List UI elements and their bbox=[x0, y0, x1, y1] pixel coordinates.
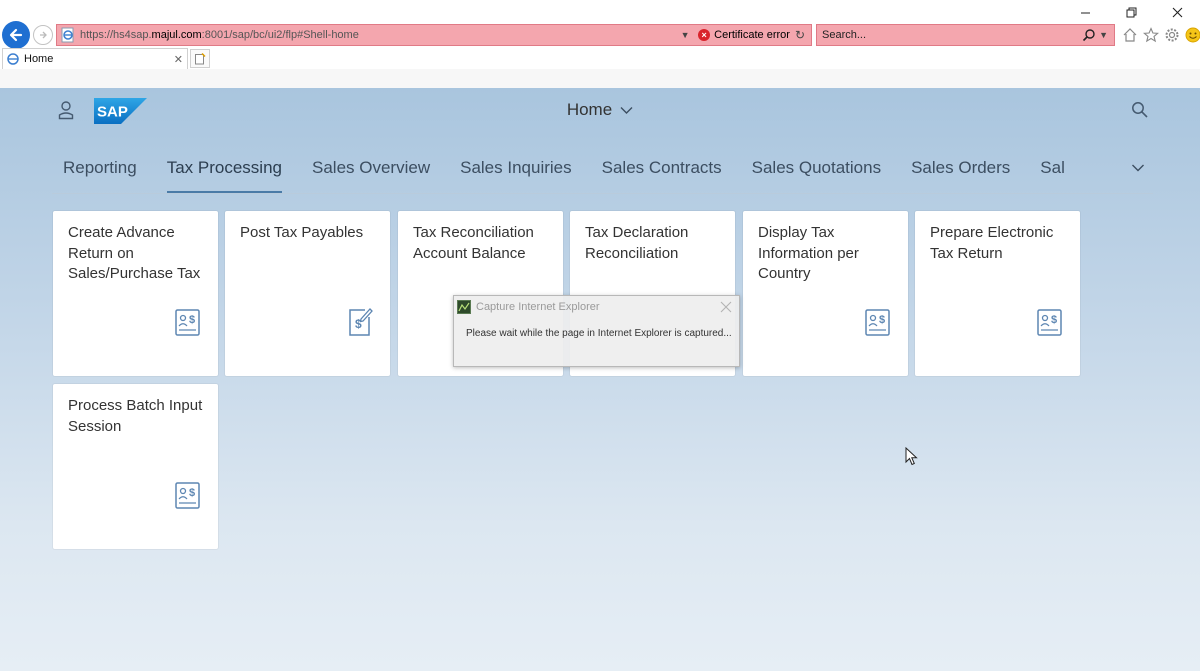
capture-dialog-titlebar: Capture Internet Explorer bbox=[454, 296, 739, 318]
svg-text:$: $ bbox=[879, 314, 885, 326]
close-window-button[interactable] bbox=[1154, 0, 1200, 24]
capture-dialog-title: Capture Internet Explorer bbox=[476, 301, 600, 313]
new-tab-icon bbox=[195, 52, 206, 64]
shell-header: SAP Home bbox=[0, 88, 1200, 134]
tile-title: Create Advance Return on Sales/Purchase … bbox=[68, 224, 201, 282]
address-dropdown-icon[interactable]: ▼ bbox=[678, 30, 692, 40]
restore-button[interactable] bbox=[1108, 0, 1154, 24]
url-host: majul.com bbox=[151, 29, 202, 41]
tile-title: Tax Reconciliation Account Balance bbox=[413, 224, 534, 262]
ie-page-icon bbox=[7, 53, 19, 65]
tile-create-advance-return[interactable]: Create Advance Return on Sales/Purchase … bbox=[53, 211, 218, 376]
url-path: :8001/sap/bc/ui2/flp#Shell-home bbox=[201, 29, 359, 41]
shell-title-label: Home bbox=[566, 100, 613, 119]
search-dropdown-icon[interactable]: ▼ bbox=[1099, 30, 1108, 40]
tile-title: Post Tax Payables bbox=[240, 224, 364, 241]
tax-edit-icon: $ bbox=[349, 308, 373, 336]
search-placeholder: Search... bbox=[822, 29, 867, 41]
tile-title: Prepare Electronic Tax Return bbox=[930, 224, 1054, 262]
forward-arrow-icon bbox=[40, 31, 47, 39]
tab-home[interactable]: Home ✕ bbox=[2, 48, 188, 69]
forward-button[interactable] bbox=[33, 25, 53, 45]
settings-gear-icon[interactable] bbox=[1163, 26, 1180, 43]
capture-dialog-message: Please wait while the page in Internet E… bbox=[466, 328, 732, 339]
tax-document-icon: $ bbox=[1037, 309, 1062, 336]
tile-process-batch-input-session[interactable]: Process Batch Input Session $ bbox=[53, 384, 218, 549]
smiley-feedback-icon[interactable] bbox=[1184, 26, 1200, 43]
url-prefix: https://hs4sap. bbox=[80, 29, 152, 41]
address-bar[interactable]: https://hs4sap.majul.com:8001/sap/bc/ui2… bbox=[56, 24, 812, 46]
close-icon[interactable] bbox=[713, 298, 739, 316]
tile-title: Display Tax Information per Country bbox=[758, 224, 859, 282]
favorites-star-icon[interactable] bbox=[1142, 26, 1159, 43]
tab-reporting[interactable]: Reporting bbox=[52, 150, 152, 193]
back-arrow-icon bbox=[9, 28, 23, 42]
browser-chrome: https://hs4sap.majul.com:8001/sap/bc/ui2… bbox=[0, 0, 1200, 88]
minimize-button[interactable] bbox=[1062, 0, 1108, 24]
tab-sales-overview[interactable]: Sales Overview bbox=[297, 150, 445, 193]
ie-page-icon bbox=[61, 27, 74, 43]
tax-document-icon: $ bbox=[175, 482, 200, 509]
tab-sales-orders[interactable]: Sales Orders bbox=[896, 150, 1025, 193]
new-tab-button[interactable] bbox=[190, 49, 210, 68]
window-controls bbox=[1062, 0, 1200, 24]
anchor-nav-tabs: Reporting Tax Processing Sales Overview … bbox=[52, 150, 1153, 193]
svg-text:$: $ bbox=[189, 487, 195, 499]
browser-search-box[interactable]: Search... ▼ bbox=[816, 24, 1115, 46]
tile-prepare-electronic-tax-return[interactable]: Prepare Electronic Tax Return $ bbox=[915, 211, 1080, 376]
tab-sales-inquiries[interactable]: Sales Inquiries bbox=[445, 150, 587, 193]
certificate-error-label[interactable]: Certificate error bbox=[714, 29, 790, 41]
tab-sales-quotations[interactable]: Sales Quotations bbox=[737, 150, 896, 193]
tile-title: Tax Declaration Reconciliation bbox=[585, 224, 689, 262]
tab-strip-background bbox=[0, 69, 1200, 88]
tile-title: Process Batch Input Session bbox=[68, 397, 203, 435]
certificate-error-icon[interactable]: × bbox=[698, 29, 711, 41]
shell-title[interactable]: Home bbox=[0, 100, 1200, 120]
tab-close-icon[interactable]: ✕ bbox=[174, 53, 183, 66]
search-icon[interactable] bbox=[1131, 101, 1149, 119]
address-url[interactable]: https://hs4sap.majul.com:8001/sap/bc/ui2… bbox=[80, 29, 678, 41]
tab-sal-truncated[interactable]: Sal bbox=[1025, 150, 1080, 193]
anchor-nav-bar: Reporting Tax Processing Sales Overview … bbox=[52, 150, 1153, 194]
tab-strip: Home ✕ bbox=[0, 48, 1200, 70]
mouse-pointer-icon bbox=[905, 447, 918, 466]
nav-overflow-chevron-icon[interactable] bbox=[1131, 163, 1145, 173]
tile-post-tax-payables[interactable]: Post Tax Payables $ bbox=[225, 211, 390, 376]
svg-text:$: $ bbox=[1051, 314, 1057, 326]
home-icon[interactable] bbox=[1121, 26, 1138, 43]
tax-document-icon: $ bbox=[865, 309, 890, 336]
search-icon[interactable] bbox=[1082, 28, 1096, 42]
browser-toolbar bbox=[1121, 26, 1200, 43]
capture-dialog: Capture Internet Explorer Please wait wh… bbox=[453, 295, 740, 367]
capture-app-icon bbox=[457, 300, 471, 314]
refresh-icon[interactable]: ↻ bbox=[795, 28, 805, 42]
tab-label: Home bbox=[24, 53, 54, 65]
tile-display-tax-information-per-country[interactable]: Display Tax Information per Country $ bbox=[743, 211, 908, 376]
tax-document-icon: $ bbox=[175, 309, 200, 336]
back-button[interactable] bbox=[2, 21, 30, 49]
sap-fiori-launchpad: SAP Home Reporting Tax Processing Sales … bbox=[0, 88, 1200, 671]
svg-text:$: $ bbox=[189, 314, 195, 326]
tab-sales-contracts[interactable]: Sales Contracts bbox=[587, 150, 737, 193]
tab-tax-processing[interactable]: Tax Processing bbox=[152, 150, 297, 193]
chevron-down-icon bbox=[620, 107, 633, 115]
